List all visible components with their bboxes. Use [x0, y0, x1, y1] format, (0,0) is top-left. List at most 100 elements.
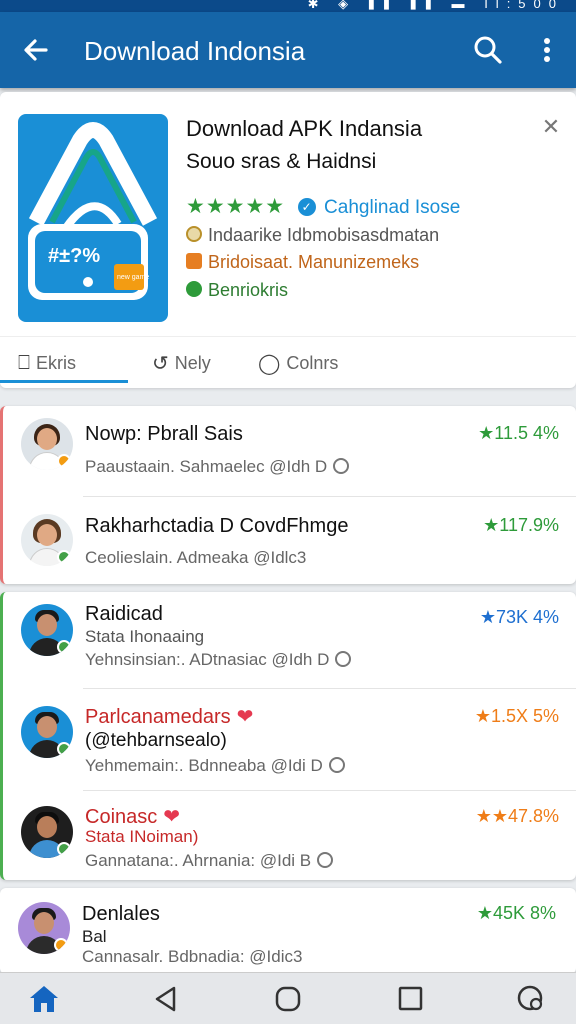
- app-name: Download APK Indansia: [186, 116, 423, 141]
- review-name-text: Coinasc: [85, 806, 158, 828]
- tab-active-indicator: [0, 380, 128, 383]
- assistant-icon[interactable]: [514, 983, 550, 1015]
- review-rating: ★117.9%: [483, 515, 559, 535]
- rating-row: ★★★★★ ✓ Cahglinad Isose: [186, 194, 460, 218]
- status-bar: ✱ ◈ ▮▮ ▮▮ ▬ Il:500: [0, 0, 576, 12]
- divider: [83, 496, 576, 497]
- system-nav-bar: [0, 972, 576, 1024]
- app-detail-card: #±?% new game Download APK Indansia Souo…: [0, 92, 576, 388]
- info-text-2: Bridoisaat. Manunizemeks: [208, 252, 420, 272]
- app-bar-title: Download Indonsia: [84, 36, 306, 66]
- tab-ekris[interactable]: ⎕ Ekris: [18, 345, 76, 381]
- circle-home-icon[interactable]: [270, 983, 306, 1015]
- review-meta-text: Ceolieslain. Admeaka @Idlc3: [85, 548, 307, 567]
- review-subtitle: Stata Ihonaaing: [85, 627, 205, 646]
- clock-icon: [328, 757, 345, 773]
- status-badge: [57, 550, 71, 564]
- info-row-2: Bridoisaat. Manunizemeks: [186, 252, 419, 276]
- heart-icon: ❤: [236, 706, 254, 728]
- review-rating: ★1.5X 5%: [474, 706, 559, 726]
- review-meta: Paaustaain. Sahmaelec @Idh D: [85, 457, 350, 477]
- review-rating: ★45K 8%: [476, 903, 556, 923]
- review-name: Parlcanamedars ❤: [85, 704, 253, 729]
- search-icon[interactable]: [470, 32, 506, 68]
- status-badge: [57, 454, 71, 468]
- info-icon: [186, 226, 202, 242]
- rating-stars: ★★★★★: [186, 195, 286, 218]
- info-row-3: Benriokris: [186, 280, 288, 304]
- review-card: Denlales Bal Cannasalr. Bdbnadia: @Idic3…: [0, 888, 576, 974]
- close-icon[interactable]: ✕: [538, 114, 564, 140]
- status-badge: [57, 640, 71, 654]
- review-meta-text: Cannasalr. Bdbnadia: @Idic3: [82, 947, 303, 966]
- download-icon: [186, 253, 202, 269]
- bookmark-icon: ⎕: [18, 351, 30, 374]
- review-name: Rakharhctadia D CovdFhmge: [85, 515, 349, 537]
- recents-icon[interactable]: [392, 983, 428, 1015]
- review-rating: ★73K 4%: [479, 607, 559, 627]
- review-meta-text: Gannatana:. Ahrnania: @Idi B: [85, 851, 312, 870]
- app-icon-text: #±?%: [48, 245, 100, 267]
- review-meta-text: Paaustaain. Sahmaelec @Idh D: [85, 457, 328, 476]
- info-row-1: Indaarike Idbmobisasdmatan: [186, 225, 439, 249]
- app-icon[interactable]: #±?% new game: [18, 114, 168, 322]
- review-name-text: Parlcanamedars: [85, 706, 231, 728]
- review-subtitle: (@tehbarnsealo): [85, 730, 227, 751]
- list-item[interactable]: Coinasc ❤ Stata INoiman) Gannatana:. Ahrn…: [3, 790, 576, 880]
- list-item[interactable]: Nowp: Pbrall Sais Paaustaain. Sahmaelec …: [3, 406, 576, 496]
- app-developer: Souo sras & Haidnsi: [186, 150, 377, 173]
- shield-icon: ◯: [258, 352, 281, 375]
- review-name: Denlales: [82, 903, 160, 925]
- review-meta: Ceolieslain. Admeaka @Idlc3: [85, 548, 306, 568]
- status-badge: [57, 742, 71, 756]
- review-name: Coinasc ❤: [85, 804, 180, 829]
- review-meta-text: Yehnsinsian:. ADtnasiac @Idh D: [85, 650, 330, 669]
- review-meta: Cannasalr. Bdbnadia: @Idic3: [82, 947, 302, 967]
- rating-label[interactable]: Cahglinad Isose: [324, 197, 460, 218]
- back-arrow-icon[interactable]: [20, 32, 52, 68]
- list-item[interactable]: Raidicad Stata Ihonaaing Yehnsinsian:. A…: [3, 592, 576, 688]
- app-bar: Download Indonsia: [0, 12, 576, 88]
- avatar: [21, 514, 73, 566]
- refresh-icon: ↺: [152, 352, 169, 375]
- clock-icon: [335, 651, 352, 667]
- review-meta: Yehnsinsian:. ADtnasiac @Idh D: [85, 650, 352, 670]
- tab-bar: ⎕ Ekris ↺ Nely ◯ Colnrs: [0, 336, 576, 384]
- tab-label: Colnrs: [286, 352, 339, 373]
- avatar: [21, 806, 73, 858]
- avatar: [18, 902, 70, 954]
- app-icon-tag: new game: [117, 274, 149, 281]
- tab-label: Ekris: [36, 352, 76, 373]
- status-time: Il:500: [484, 0, 564, 11]
- review-card: Nowp: Pbrall Sais Paaustaain. Sahmaelec …: [0, 406, 576, 584]
- back-icon[interactable]: [148, 983, 184, 1015]
- tab-nely[interactable]: ↺ Nely: [152, 345, 211, 381]
- home-icon[interactable]: [26, 983, 62, 1015]
- review-subtitle: Stata INoiman): [85, 827, 199, 846]
- verified-icon: ✓: [297, 198, 316, 216]
- divider: [83, 688, 576, 689]
- tab-label: Nely: [174, 352, 211, 373]
- review-meta-text: Yehmemain:. Bdnneaba @Idi D: [85, 756, 323, 775]
- list-item[interactable]: Rakharhctadia D CovdFhmge Ceolieslain. A…: [3, 496, 576, 584]
- avatar: [21, 706, 73, 758]
- more-vert-icon[interactable]: [532, 32, 562, 68]
- info-text-3: Benriokris: [208, 280, 289, 300]
- review-name: Nowp: Pbrall Sais: [85, 423, 243, 445]
- review-name: Raidicad: [85, 603, 163, 625]
- info-text-1: Indaarike Idbmobisasdmatan: [208, 225, 440, 245]
- status-icons: ✱ ◈ ▮▮ ▮▮ ▬ Il:500: [308, 0, 564, 12]
- status-badge: [57, 842, 71, 856]
- list-item[interactable]: Parlcanamedars ❤ (@tehbarnsealo) Yehmemai…: [3, 688, 576, 790]
- check-icon: [186, 281, 202, 297]
- divider: [83, 790, 576, 791]
- review-meta: Gannatana:. Ahrnania: @Idi B: [85, 851, 334, 871]
- review-rating: ★11.5 4%: [478, 423, 559, 443]
- list-item[interactable]: Denlales Bal Cannasalr. Bdbnadia: @Idic3…: [0, 888, 576, 974]
- review-subtitle: Bal: [82, 927, 107, 946]
- review-meta: Yehmemain:. Bdnneaba @Idi D: [85, 756, 345, 776]
- tab-colnrs[interactable]: ◯ Colnrs: [258, 345, 338, 381]
- heart-icon: ❤: [163, 806, 181, 828]
- clock-icon: [317, 852, 334, 868]
- clock-icon: [333, 458, 350, 474]
